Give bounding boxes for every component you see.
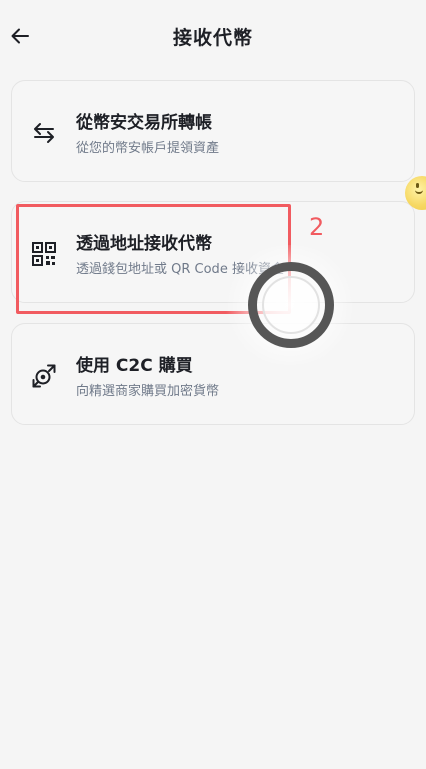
header: 接收代幣 [0,0,426,72]
annotation-number: 2 [309,213,325,241]
option-title: 透過地址接收代幣 [76,234,212,254]
option-binance-transfer[interactable]: 從幣安交易所轉帳 從您的幣安帳戶提領資產 [11,80,415,182]
touch-indicator-center [262,276,320,334]
c2c-exchange-icon [30,362,58,390]
transfer-arrows-icon [30,119,58,147]
receive-token-page: 接收代幣 從幣安交易所轉帳 從您的幣安帳戶提領資產 透過地址接收代幣 透過錢包地… [0,0,426,769]
qr-code-icon [30,240,58,268]
assistant-bubble-eye [416,183,419,188]
option-c2c-purchase[interactable]: 使用 C2C 購買 向精選商家購買加密貨幣 [11,323,415,425]
option-subtitle: 向精選商家購買加密貨幣 [76,384,220,399]
option-subtitle: 從您的幣安帳戶提領資產 [76,141,220,156]
option-title: 從幣安交易所轉帳 [76,113,212,133]
page-title: 接收代幣 [172,27,253,49]
option-title: 使用 C2C 購買 [76,356,193,376]
